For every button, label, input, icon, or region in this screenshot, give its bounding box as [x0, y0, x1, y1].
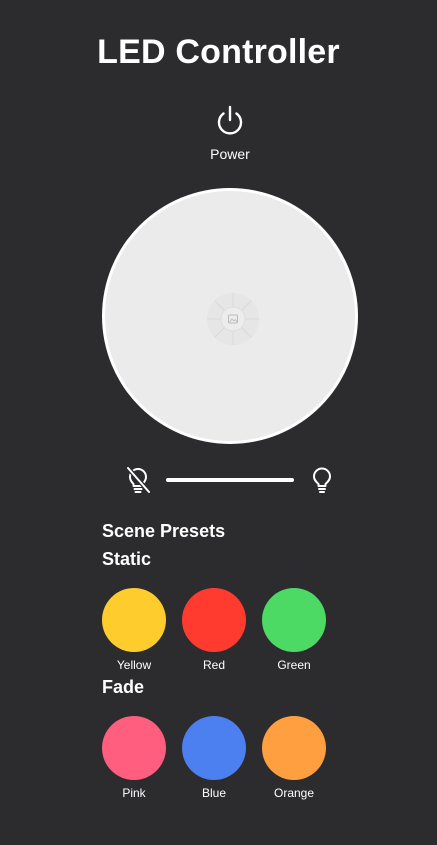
preset-yellow-button[interactable] [102, 588, 166, 652]
preset-red-button[interactable] [182, 588, 246, 652]
preset-pink-button[interactable] [102, 716, 166, 780]
preset-blue-label: Blue [201, 786, 227, 800]
preset-orange-label: Orange [273, 786, 315, 800]
brightness-slider[interactable] [166, 478, 294, 482]
bulb-icon [313, 467, 331, 493]
color-picker-handle[interactable] [206, 292, 260, 346]
power-label: Power [210, 146, 250, 162]
preset-green-label: Green [277, 658, 311, 672]
preset-orange-button[interactable] [262, 716, 326, 780]
power-button[interactable]: Power [198, 100, 262, 166]
bulb-off-icon [125, 466, 151, 494]
color-wheel-surface[interactable] [105, 191, 355, 441]
fade-heading: Fade [102, 677, 145, 697]
scene-presets-heading: Scene Presets [102, 521, 226, 541]
preset-blue-button[interactable] [182, 716, 246, 780]
preset-yellow-label: Yellow [116, 658, 152, 672]
page-title: LED Controller [97, 33, 340, 71]
power-icon [217, 105, 243, 135]
preset-red-label: Red [202, 658, 225, 672]
color-wheel[interactable] [102, 188, 358, 444]
brightness-control [125, 466, 335, 494]
preset-green-button[interactable] [262, 588, 326, 652]
preset-pink-label: Pink [122, 786, 146, 800]
color-picker-icon [207, 293, 259, 345]
static-heading: Static [102, 549, 152, 569]
